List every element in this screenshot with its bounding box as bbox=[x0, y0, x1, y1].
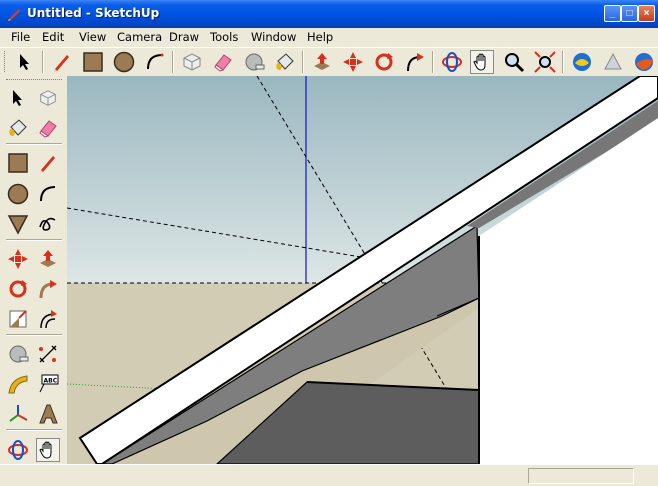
close-button[interactable]: × bbox=[638, 5, 655, 22]
rotate-icon[interactable] bbox=[6, 277, 30, 301]
push-pull-icon[interactable] bbox=[310, 50, 334, 74]
drawing-viewport[interactable] bbox=[67, 76, 658, 464]
polygon-icon[interactable] bbox=[6, 212, 30, 236]
share-model-icon[interactable] bbox=[601, 50, 625, 74]
title-bar: Untitled - SketchUp _ □ × bbox=[0, 0, 658, 28]
eraser-icon[interactable] bbox=[211, 50, 235, 74]
arc-icon[interactable] bbox=[143, 50, 167, 74]
menu-help[interactable]: Help bbox=[301, 28, 339, 47]
paint-bucket-icon[interactable] bbox=[273, 50, 297, 74]
google-earth-icon[interactable] bbox=[632, 50, 656, 74]
main-toolbar bbox=[0, 47, 658, 77]
push-pull-icon[interactable] bbox=[36, 247, 60, 271]
tape-measure-icon[interactable] bbox=[6, 342, 30, 366]
move-icon[interactable] bbox=[341, 50, 365, 74]
text-label-icon[interactable]: ABC bbox=[36, 372, 60, 396]
zoom-extents-icon[interactable] bbox=[533, 50, 557, 74]
eraser-icon[interactable] bbox=[36, 116, 60, 140]
axes-icon[interactable] bbox=[6, 402, 30, 426]
maximize-button[interactable]: □ bbox=[621, 5, 638, 22]
select-arrow-icon[interactable] bbox=[6, 86, 30, 110]
tape-measure-icon[interactable] bbox=[242, 50, 266, 74]
offset-icon[interactable] bbox=[36, 307, 60, 331]
arc-icon[interactable] bbox=[36, 182, 60, 206]
measurements-box[interactable] bbox=[528, 468, 634, 484]
rectangle-icon[interactable] bbox=[6, 151, 30, 175]
line-pencil-icon[interactable] bbox=[50, 50, 74, 74]
move-icon[interactable] bbox=[6, 247, 30, 271]
circle-icon[interactable] bbox=[112, 50, 136, 74]
scale-icon[interactable] bbox=[6, 307, 30, 331]
menu-file[interactable]: File bbox=[5, 28, 36, 47]
left-toolbar-grip[interactable] bbox=[6, 79, 62, 81]
line-pencil-icon[interactable] bbox=[36, 151, 60, 175]
pan-hand-icon[interactable] bbox=[470, 50, 494, 74]
make-component-icon[interactable] bbox=[36, 86, 60, 110]
orbit-icon[interactable] bbox=[440, 50, 464, 74]
left-toolbar: ABC bbox=[0, 76, 68, 468]
svg-text:ABC: ABC bbox=[44, 378, 58, 385]
freehand-icon[interactable] bbox=[36, 212, 60, 236]
follow-me-icon[interactable] bbox=[403, 50, 427, 74]
zoom-icon[interactable] bbox=[502, 50, 526, 74]
menu-edit[interactable]: Edit bbox=[36, 28, 70, 47]
dimension-icon[interactable] bbox=[36, 342, 60, 366]
menu-view[interactable]: View bbox=[73, 28, 112, 47]
scene-canvas[interactable] bbox=[67, 76, 658, 464]
sketchup-logo-icon bbox=[8, 9, 20, 21]
menu-window[interactable]: Window bbox=[245, 28, 302, 47]
status-bar bbox=[0, 464, 658, 486]
rotate-icon[interactable] bbox=[372, 50, 396, 74]
pan-hand-icon[interactable] bbox=[36, 438, 60, 462]
menu-bar: File Edit View Camera Draw Tools Window … bbox=[0, 28, 658, 47]
paint-bucket-icon[interactable] bbox=[6, 116, 30, 140]
3d-text-icon[interactable] bbox=[36, 402, 60, 426]
protractor-icon[interactable] bbox=[6, 372, 30, 396]
make-component-icon[interactable] bbox=[180, 50, 204, 74]
get-models-icon[interactable] bbox=[570, 50, 594, 74]
rectangle-icon[interactable] bbox=[81, 50, 105, 74]
orbit-icon[interactable] bbox=[6, 438, 30, 462]
circle-icon[interactable] bbox=[6, 182, 30, 206]
menu-tools[interactable]: Tools bbox=[204, 28, 244, 47]
toolbar-grip[interactable] bbox=[4, 51, 7, 72]
menu-camera[interactable]: Camera bbox=[111, 28, 168, 47]
menu-draw[interactable]: Draw bbox=[163, 28, 205, 47]
follow-me-icon[interactable] bbox=[36, 277, 60, 301]
window-title: Untitled - SketchUp bbox=[27, 6, 160, 20]
select-arrow-icon[interactable] bbox=[13, 50, 37, 74]
minimize-button[interactable]: _ bbox=[604, 5, 621, 22]
